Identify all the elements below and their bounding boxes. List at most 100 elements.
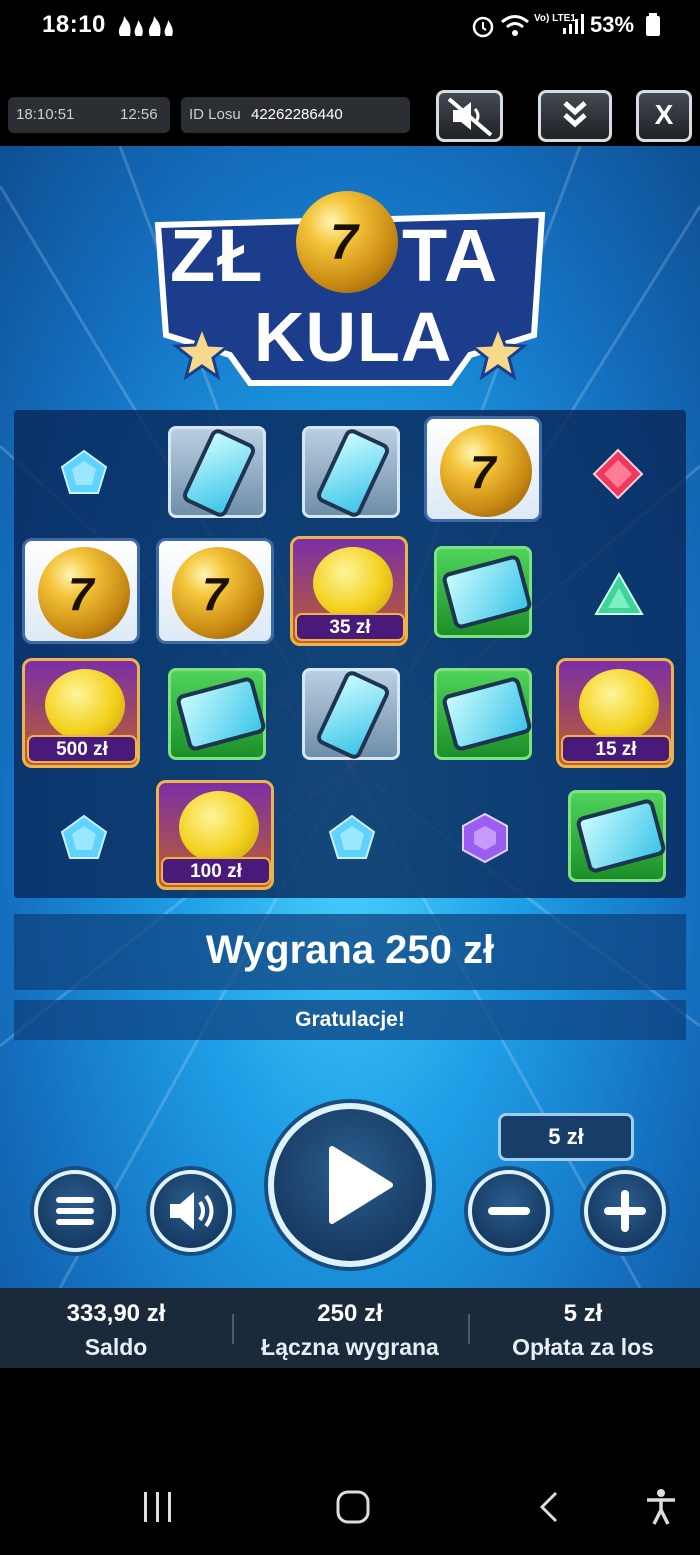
tablet-icon <box>440 675 534 753</box>
sound-button[interactable] <box>150 1170 232 1252</box>
symbol-grid: 7 7 7 35 zł 500 zł 15 zł 100 zł <box>14 410 686 898</box>
blue-pentagon-gem-icon <box>328 814 376 859</box>
signal-icon <box>563 14 584 34</box>
green-triangle-gem-icon <box>594 572 644 615</box>
golden-ball-tile: 7 <box>156 538 274 644</box>
blue-pentagon-gem-icon <box>60 814 108 859</box>
elapsed-time: 12:56 <box>120 106 158 123</box>
blue-pentagon-gem-icon <box>60 449 108 494</box>
golden-ball-icon: 7 <box>440 425 532 517</box>
phone-tile <box>302 668 400 762</box>
total-win-label: Łączna wygrana <box>261 1334 439 1360</box>
smiley-character-icon <box>313 547 393 619</box>
clock-time: 18:10:51 <box>16 106 75 123</box>
recents-icon[interactable] <box>140 1490 176 1524</box>
grinning-character-icon <box>179 791 259 863</box>
fee-value: 5 zł <box>563 1300 603 1327</box>
tablet-icon <box>440 553 534 631</box>
balance-label: Saldo <box>84 1334 148 1360</box>
grid-cell-r3c5: 15 zł <box>552 656 678 770</box>
logo-golden-ball: 7 <box>296 191 398 293</box>
flame-icons <box>118 16 173 36</box>
status-time: 18:10 <box>42 11 106 38</box>
status-bar: 18:10 Vo) LTE1 53% <box>0 0 700 52</box>
wifi-icon <box>501 15 529 36</box>
grid-cell-r4c2: 100 zł <box>152 778 278 892</box>
mute-button[interactable] <box>436 90 503 142</box>
collapse-button[interactable] <box>538 90 612 142</box>
golden-ball-icon: 7 <box>172 547 264 639</box>
grid-cell-r3c4 <box>420 658 546 772</box>
golden-ball-icon: 7 <box>38 547 130 639</box>
grid-cell-r4c4 <box>420 778 546 892</box>
fee-label: Opłata za los <box>512 1334 654 1360</box>
alarm-icon <box>472 16 494 38</box>
grid-cell-r1c5 <box>554 416 680 530</box>
hamburger-menu-icon <box>56 1197 94 1225</box>
ticket-id-box: ID Losu 42262286440 <box>181 97 410 133</box>
win-amount-text: Wygrana 250 zł <box>205 928 495 972</box>
smartphone-icon <box>314 426 392 520</box>
home-icon[interactable] <box>334 1488 372 1526</box>
increase-stake-button[interactable] <box>584 1170 666 1252</box>
system-nav-bar <box>0 1368 700 1555</box>
grid-cell-r2c3: 35 zł <box>286 534 412 648</box>
grid-cell-r2c5 <box>554 536 680 650</box>
play-button[interactable] <box>268 1103 432 1267</box>
congratulations-text: Gratulacje! <box>295 1008 405 1031</box>
logo-text-ta: TA <box>402 214 500 297</box>
smartphone-icon <box>314 668 392 762</box>
grid-cell-r2c2: 7 <box>152 534 278 648</box>
divider <box>232 1314 234 1344</box>
ticket-label: ID Losu <box>189 106 241 123</box>
prize-label: 100 zł <box>161 857 271 885</box>
divider <box>468 1314 470 1344</box>
red-diamond-gem-icon <box>592 448 644 500</box>
character-prize-tile: 500 zł <box>22 658 140 768</box>
star-right-icon <box>468 325 528 381</box>
grid-cell-r4c3 <box>288 778 414 892</box>
prize-label: 35 zł <box>295 613 405 641</box>
balance-value: 333,90 zł <box>66 1300 166 1327</box>
phone-tile <box>302 426 400 520</box>
play-icon <box>329 1146 393 1224</box>
logo-text-zl: ZŁ <box>170 214 265 297</box>
tablet-icon <box>174 675 268 753</box>
character-prize-tile: 35 zł <box>290 536 408 646</box>
character-prize-tile: 15 zł <box>556 658 674 768</box>
menu-button[interactable] <box>34 1170 116 1252</box>
accessibility-icon[interactable] <box>644 1488 678 1526</box>
back-icon[interactable] <box>536 1490 562 1524</box>
tablet-tile <box>434 546 534 638</box>
grid-cell-r3c1: 500 zł <box>18 656 144 770</box>
grid-cell-r1c3 <box>288 416 414 530</box>
session-clock: 18:10:51 12:56 <box>8 97 170 133</box>
grid-cell-r2c4 <box>420 536 546 650</box>
grid-cell-r1c4: 7 <box>420 412 546 526</box>
worried-character-icon <box>579 669 659 741</box>
tablet-tile <box>434 668 534 760</box>
tablet-icon <box>574 797 668 875</box>
plus-icon <box>604 1190 646 1232</box>
double-chevron-down-icon <box>563 101 587 128</box>
ticket-id: 42262286440 <box>251 106 343 123</box>
character-prize-tile: 100 zł <box>156 780 274 890</box>
battery-icon <box>646 13 660 36</box>
grid-cell-r2c1: 7 <box>18 534 144 648</box>
tablet-tile <box>568 790 668 882</box>
star-left-icon <box>172 325 232 381</box>
grid-cell-r3c3 <box>288 658 414 772</box>
close-button[interactable]: X <box>636 90 692 142</box>
battery-percent: 53% <box>590 12 635 37</box>
purple-hexagon-gem-icon <box>462 812 508 864</box>
grid-cell-r4c1 <box>20 778 146 892</box>
logo-text-kula: KULA <box>254 298 453 376</box>
grid-cell-r1c2 <box>154 416 280 530</box>
golden-ball-tile: 7 <box>22 538 140 644</box>
grid-cell-r4c5 <box>554 780 680 894</box>
golden-ball-tile: 7 <box>424 416 542 522</box>
grid-cell-r1c1 <box>20 416 146 530</box>
speaker-muted-icon <box>447 97 493 137</box>
decrease-stake-button[interactable] <box>468 1170 550 1252</box>
smartphone-icon <box>180 426 258 520</box>
